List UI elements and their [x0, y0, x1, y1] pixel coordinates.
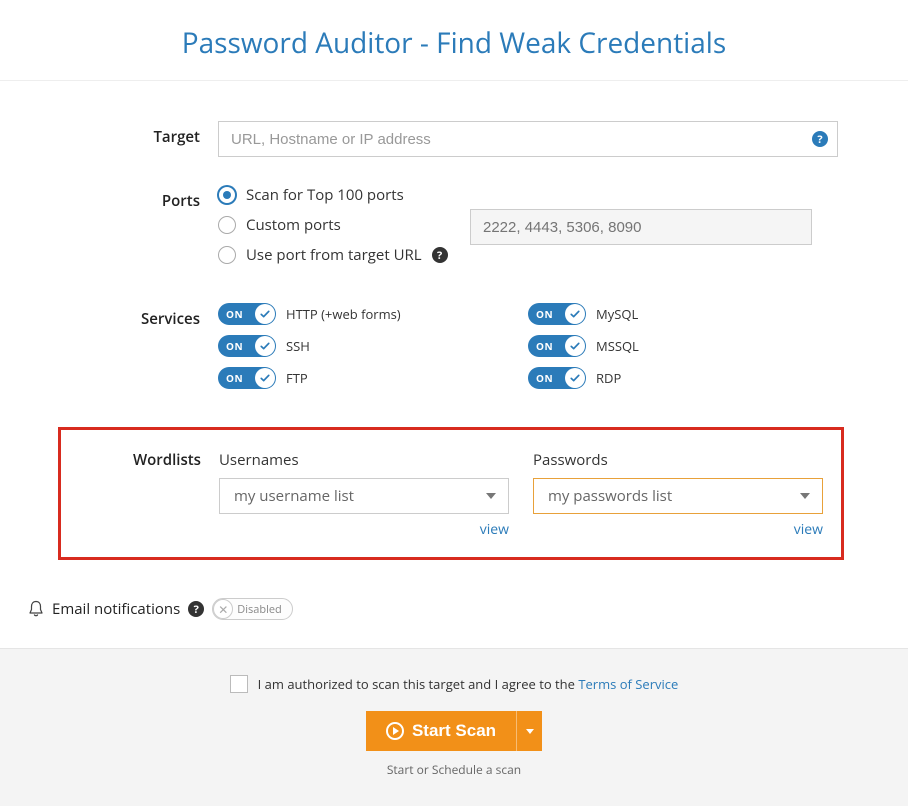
chevron-down-icon: [800, 493, 810, 499]
toggle-on-text: ON: [226, 339, 243, 353]
check-icon: [569, 308, 581, 320]
check-icon: [569, 372, 581, 384]
radio-icon: [218, 246, 236, 264]
service-label-mssql: MSSQL: [596, 337, 639, 355]
service-label-ftp: FTP: [286, 369, 308, 387]
notifications-state: Disabled: [237, 602, 282, 617]
service-label-rdp: RDP: [596, 369, 621, 387]
toggle-http[interactable]: ON: [218, 303, 276, 325]
check-icon: [259, 372, 271, 384]
start-scan-dropdown[interactable]: [516, 711, 542, 751]
passwords-heading: Passwords: [533, 450, 823, 470]
check-icon: [259, 308, 271, 320]
passwords-view-link[interactable]: view: [794, 520, 823, 539]
toggle-knob: [565, 304, 585, 324]
usernames-view-link[interactable]: view: [480, 520, 509, 539]
help-icon[interactable]: ?: [188, 601, 204, 617]
toggle-on-text: ON: [536, 339, 553, 353]
toggle-on-text: ON: [536, 307, 553, 321]
ports-label: Ports: [70, 185, 218, 275]
wordlists-label: Wordlists: [61, 450, 219, 539]
toggle-on-text: ON: [226, 371, 243, 385]
authorize-checkbox[interactable]: [230, 675, 248, 693]
target-input[interactable]: [218, 121, 838, 157]
toggle-knob: [565, 336, 585, 356]
check-icon: [569, 340, 581, 352]
toggle-mssql[interactable]: ON: [528, 335, 586, 357]
radio-label: Use port from target URL: [246, 245, 422, 265]
email-notifications-label: Email notifications: [52, 599, 180, 619]
radio-icon: [218, 186, 236, 204]
start-scan-button[interactable]: Start Scan: [366, 711, 516, 751]
help-icon[interactable]: ?: [812, 131, 828, 147]
toggle-knob: [255, 368, 275, 388]
toggle-on-text: ON: [536, 371, 553, 385]
toggle-knob: [565, 368, 585, 388]
usernames-value: my username list: [234, 486, 354, 506]
radio-icon: [218, 216, 236, 234]
chevron-down-icon: [486, 493, 496, 499]
footer-note: Start or Schedule a scan: [0, 761, 908, 778]
usernames-heading: Usernames: [219, 450, 509, 470]
service-label-ssh: SSH: [286, 337, 310, 355]
ports-option-from-url[interactable]: Use port from target URL ?: [218, 245, 838, 265]
play-icon: [386, 722, 404, 740]
toggle-knob: [255, 336, 275, 356]
usernames-select[interactable]: my username list: [219, 478, 509, 514]
passwords-value: my passwords list: [548, 486, 672, 506]
close-icon: ✕: [213, 599, 233, 619]
check-icon: [259, 340, 271, 352]
page-title: Password Auditor - Find Weak Credentials: [0, 0, 908, 80]
start-scan-label: Start Scan: [412, 721, 496, 741]
toggle-ftp[interactable]: ON: [218, 367, 276, 389]
target-label: Target: [70, 121, 218, 157]
custom-ports-input[interactable]: [470, 209, 812, 245]
footer: I am authorized to scan this target and …: [0, 648, 908, 806]
radio-label: Scan for Top 100 ports: [246, 185, 404, 205]
authorize-text: I am authorized to scan this target and …: [258, 675, 679, 693]
radio-label: Custom ports: [246, 215, 341, 235]
ports-option-custom[interactable]: Custom ports: [218, 215, 838, 235]
toggle-ssh[interactable]: ON: [218, 335, 276, 357]
help-icon[interactable]: ?: [432, 247, 448, 263]
toggle-rdp[interactable]: ON: [528, 367, 586, 389]
toggle-on-text: ON: [226, 307, 243, 321]
services-label: Services: [70, 303, 218, 399]
ports-option-top100[interactable]: Scan for Top 100 ports: [218, 185, 838, 205]
bell-icon: [28, 600, 44, 618]
toggle-knob: [255, 304, 275, 324]
service-label-mysql: MySQL: [596, 305, 638, 323]
notifications-toggle[interactable]: ✕ Disabled: [212, 598, 293, 620]
chevron-down-icon: [526, 729, 534, 734]
service-label-http: HTTP (+web forms): [286, 305, 401, 323]
passwords-select[interactable]: my passwords list: [533, 478, 823, 514]
toggle-mysql[interactable]: ON: [528, 303, 586, 325]
tos-link[interactable]: Terms of Service: [578, 675, 678, 693]
wordlists-highlight-box: Wordlists Usernames my username list vie…: [58, 427, 844, 560]
